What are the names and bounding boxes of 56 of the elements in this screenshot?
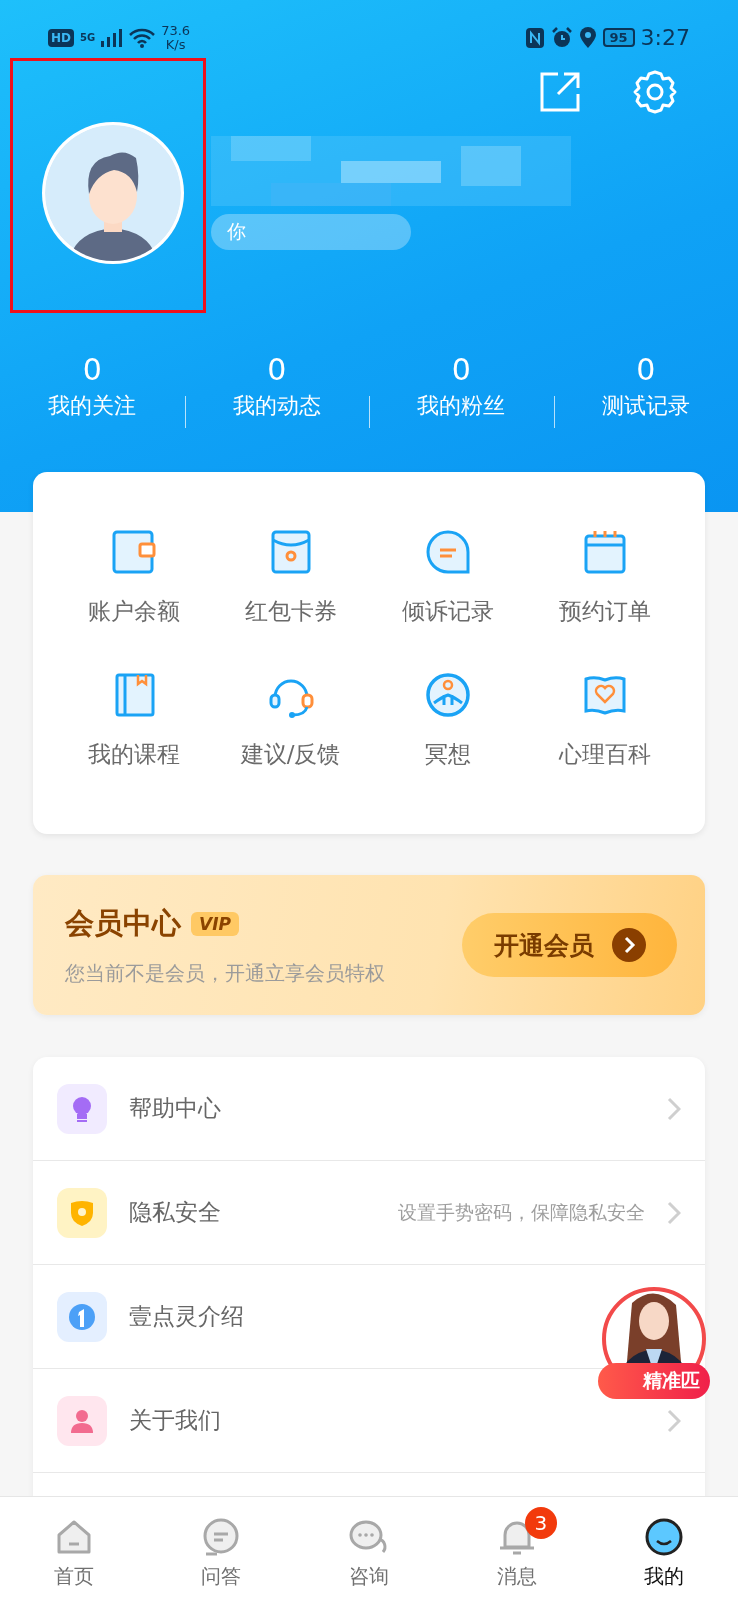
tab-label: 我的 xyxy=(644,1563,685,1590)
service-label[interactable]: 账户余额 xyxy=(87,596,180,627)
meditation-icon xyxy=(423,671,472,719)
nfc-icon xyxy=(524,26,545,49)
tab-item[interactable]: 问答 xyxy=(147,1507,296,1590)
menu-label[interactable]: 关于我们 xyxy=(129,1405,221,1436)
match-label[interactable]: 精准匹 xyxy=(598,1363,710,1399)
stat-count: 0 xyxy=(267,352,287,387)
signal-icon xyxy=(101,28,124,47)
smiley-face-icon xyxy=(644,1517,685,1557)
service-label[interactable]: 倾诉记录 xyxy=(401,596,494,627)
menu-label[interactable]: 隐私安全 xyxy=(129,1197,221,1228)
shield-icon xyxy=(68,1198,96,1227)
menu-label[interactable]: 帮助中心 xyxy=(129,1093,221,1124)
numeral-one-icon xyxy=(68,1302,96,1331)
vip-subtitle: 您当前不是会员，开通立享会员特权 xyxy=(65,959,385,987)
service-label[interactable]: 建议/反馈 xyxy=(240,739,341,770)
tab-label: 咨询 xyxy=(349,1563,389,1590)
vip-title: 会员中心 xyxy=(65,904,181,942)
service-label[interactable]: 我的课程 xyxy=(87,739,180,770)
tab-item[interactable]: 首页 xyxy=(0,1507,148,1590)
avatar[interactable] xyxy=(40,120,186,266)
battery-level: 95 xyxy=(602,28,635,47)
network-speed: 73.6 xyxy=(161,23,191,38)
stat-label[interactable]: 我的粉丝 xyxy=(417,391,506,421)
unread-badge: 3 xyxy=(524,1507,557,1539)
stat-label[interactable]: 我的关注 xyxy=(48,391,137,421)
tab-label: 消息 xyxy=(496,1563,537,1590)
wifi-icon xyxy=(129,27,156,48)
network-speed: K/s xyxy=(165,37,186,52)
tab-label: 问答 xyxy=(201,1563,242,1590)
service-label[interactable]: 红包卡券 xyxy=(244,596,337,627)
tab-label: 首页 xyxy=(53,1563,94,1590)
stat-count: 0 xyxy=(82,352,102,387)
service-label[interactable]: 预约订单 xyxy=(558,596,651,627)
clock-time: 3:27 xyxy=(640,25,690,50)
location-icon xyxy=(578,26,597,49)
service-label[interactable]: 冥想 xyxy=(424,739,471,770)
stat-label[interactable]: 测试记录 xyxy=(601,391,690,421)
alarm-icon xyxy=(550,26,573,49)
tab-item[interactable]: 咨询 xyxy=(295,1507,443,1590)
tab-item[interactable]: 消息 3 xyxy=(442,1507,591,1590)
network-type: 5G xyxy=(80,32,96,43)
chevron-icon xyxy=(611,928,646,962)
hd-badge: HD xyxy=(48,28,74,47)
menu-label[interactable]: 壹点灵介绍 xyxy=(129,1301,244,1332)
stat-count: 0 xyxy=(636,352,656,387)
service-label[interactable]: 心理百科 xyxy=(558,739,651,770)
open-membership-button[interactable]: 开通会员 xyxy=(462,913,677,977)
vip-tag: VIP xyxy=(191,911,239,936)
signature-text: 你 xyxy=(227,219,246,244)
tab-item[interactable]: 我的 xyxy=(590,1507,738,1590)
stat-label[interactable]: 我的动态 xyxy=(232,391,321,421)
settings-icon[interactable] xyxy=(632,68,678,115)
menu-hint: 设置手势密码，保障隐私安全 xyxy=(398,1199,645,1225)
stat-count: 0 xyxy=(451,352,471,387)
